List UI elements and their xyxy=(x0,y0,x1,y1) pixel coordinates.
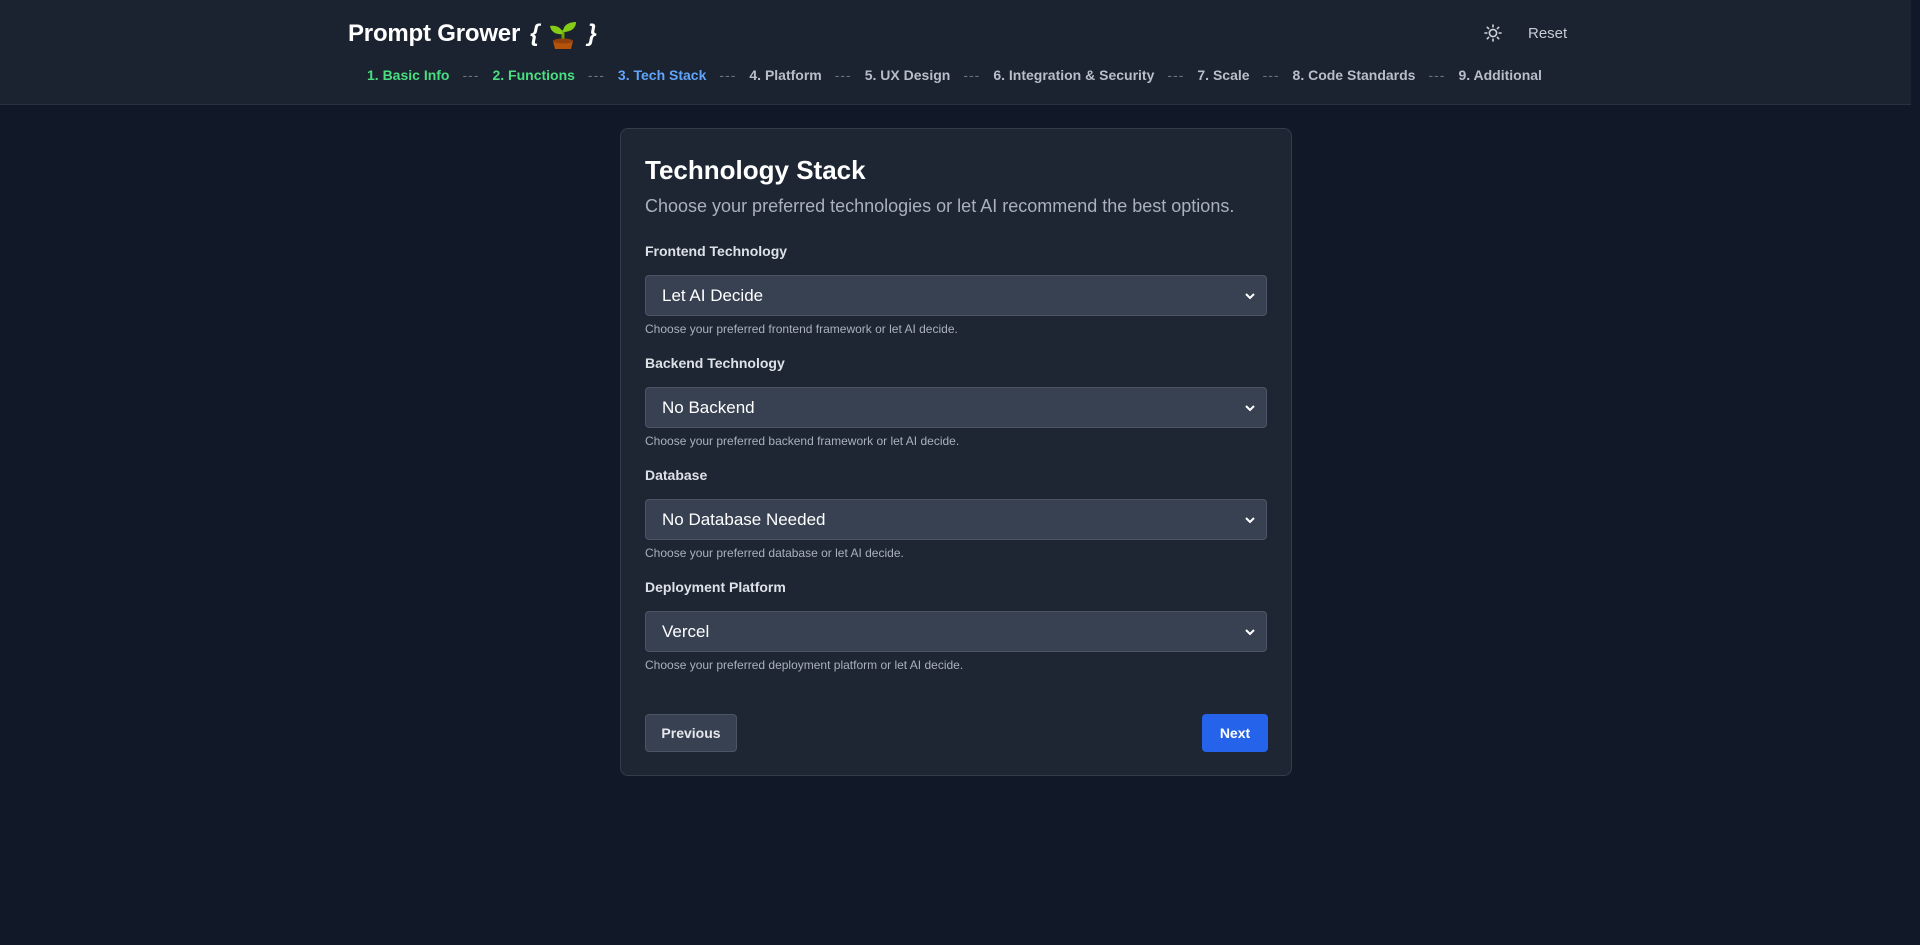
chevron-down-icon xyxy=(1245,292,1255,299)
field-hint: Choose your preferred backend framework … xyxy=(645,434,960,448)
step-platform[interactable]: 4. Platform xyxy=(749,67,821,83)
step-tech-stack[interactable]: 3. Tech Stack xyxy=(618,67,706,83)
step-separator: --- xyxy=(1167,67,1185,83)
brand: Prompt Grower { } xyxy=(348,18,597,50)
scrollbar-track xyxy=(1911,0,1920,945)
step-separator: --- xyxy=(587,67,605,83)
previous-button[interactable]: Previous xyxy=(645,714,737,752)
step-separator: --- xyxy=(1262,67,1280,83)
backend-field: Backend Technology No Backend Choose you… xyxy=(645,355,1267,448)
select-value: No Backend xyxy=(662,397,755,417)
step-separator: --- xyxy=(462,67,480,83)
chevron-down-icon xyxy=(1245,404,1255,411)
step-navigation: 1. Basic Info --- 2. Functions --- 3. Te… xyxy=(367,67,1542,83)
brace-open: { xyxy=(530,20,540,47)
select-value: Let AI Decide xyxy=(662,285,764,305)
step-separator: --- xyxy=(963,67,981,83)
field-label: Deployment Platform xyxy=(645,579,786,595)
step-code-standards[interactable]: 8. Code Standards xyxy=(1293,67,1416,83)
chevron-down-icon xyxy=(1245,516,1255,523)
deployment-field: Deployment Platform Vercel Choose your p… xyxy=(645,579,1267,672)
database-field: Database No Database Needed Choose your … xyxy=(645,467,1267,560)
step-separator: --- xyxy=(834,67,852,83)
frontend-select[interactable]: Let AI Decide xyxy=(645,275,1267,316)
step-separator: --- xyxy=(719,67,737,83)
backend-select[interactable]: No Backend xyxy=(645,387,1267,428)
tech-stack-card: Technology Stack Choose your preferred t… xyxy=(620,128,1292,776)
page-title: Technology Stack xyxy=(645,155,866,185)
chevron-down-icon xyxy=(1245,628,1255,635)
step-additional[interactable]: 9. Additional xyxy=(1458,67,1541,83)
field-label: Frontend Technology xyxy=(645,243,788,259)
step-integration-security[interactable]: 6. Integration & Security xyxy=(993,67,1154,83)
field-hint: Choose your preferred frontend framework… xyxy=(645,322,958,336)
next-button[interactable]: Next xyxy=(1202,714,1268,752)
sun-icon[interactable] xyxy=(1480,20,1506,46)
brace-close: } xyxy=(587,20,597,47)
step-functions[interactable]: 2. Functions xyxy=(492,67,574,83)
step-separator: --- xyxy=(1428,67,1446,83)
database-select[interactable]: No Database Needed xyxy=(645,499,1267,540)
frontend-field: Frontend Technology Let AI Decide Choose… xyxy=(645,243,1267,336)
field-label: Database xyxy=(645,467,708,483)
select-value: Vercel xyxy=(662,621,710,641)
brand-title: Prompt Grower xyxy=(348,20,521,47)
reset-button[interactable]: Reset xyxy=(1528,25,1567,42)
select-value: No Database Needed xyxy=(662,509,826,529)
step-scale[interactable]: 7. Scale xyxy=(1197,67,1249,83)
header-actions: Reset xyxy=(1480,20,1567,46)
field-hint: Choose your preferred database or let AI… xyxy=(645,546,904,560)
app-header: Prompt Grower { } Reset 1. Basic Info --… xyxy=(0,0,1911,105)
field-label: Backend Technology xyxy=(645,355,785,371)
step-ux-design[interactable]: 5. UX Design xyxy=(865,67,951,83)
step-basic-info[interactable]: 1. Basic Info xyxy=(367,67,449,83)
field-hint: Choose your preferred deployment platfor… xyxy=(645,658,964,672)
deployment-select[interactable]: Vercel xyxy=(645,611,1267,652)
page-subtitle: Choose your preferred technologies or le… xyxy=(645,196,1235,216)
sprout-icon xyxy=(549,19,577,49)
